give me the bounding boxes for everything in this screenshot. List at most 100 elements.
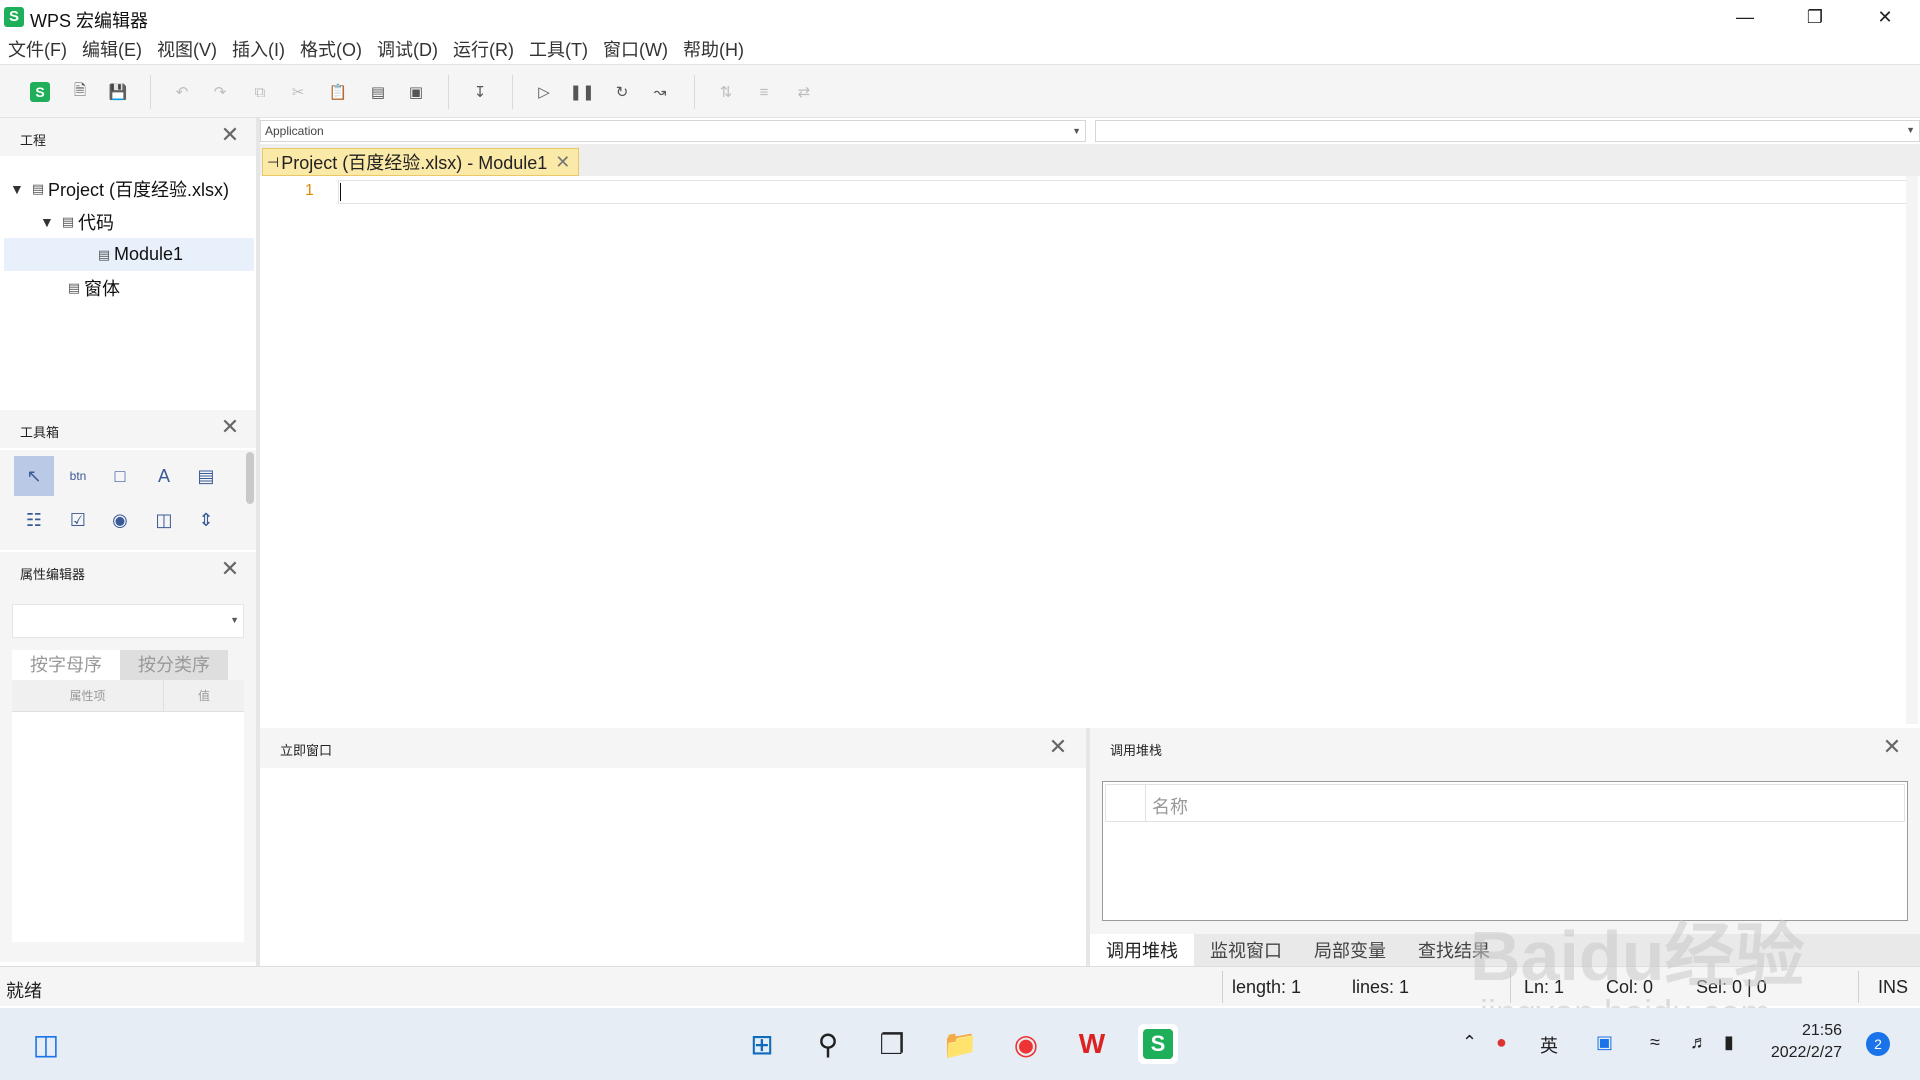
tree-item-label: 窗体 — [84, 278, 120, 299]
procedure-combo[interactable]: ▼ — [1095, 120, 1920, 142]
expand-arrow-icon[interactable]: ▼ — [10, 181, 28, 197]
tree-item-module1[interactable]: ▤ Module1 — [4, 238, 254, 271]
tab-callstack[interactable]: 调用堆栈 — [1090, 934, 1194, 966]
step-into-button[interactable]: ⇅ — [712, 78, 740, 106]
redo-button[interactable]: ↷ — [206, 78, 234, 106]
immediate-window[interactable] — [260, 768, 1086, 966]
checkbox-tool-icon[interactable]: ☑ — [58, 500, 98, 540]
callstack-header-row: 名称 — [1105, 784, 1905, 822]
menu-file[interactable]: 文件(F) — [8, 36, 67, 62]
editor-scrollbar[interactable] — [1906, 176, 1918, 724]
textbox-tool-icon[interactable]: □ — [100, 456, 140, 496]
project-panel-header: 工程 ✕ — [0, 118, 256, 156]
code-editor[interactable] — [260, 176, 1920, 724]
wifi-icon[interactable]: ≈ — [1650, 1032, 1660, 1053]
toolbar: S 🗎 💾 ↶ ↷ ⧉ ✂ 📋 ▤ ▣ ↧ ▷ ❚❚ ↻ ↝ ⇅ ≡ ⇄ — [0, 64, 1920, 118]
tab-module1[interactable]: ⊣ Project (百度经验.xlsx) - Module1 ✕ — [262, 148, 580, 176]
object-combo[interactable]: Application ▼ — [260, 120, 1086, 142]
menu-tools[interactable]: 工具(T) — [529, 36, 588, 62]
menu-window[interactable]: 窗口(W) — [603, 36, 668, 62]
minimize-button[interactable]: — — [1710, 0, 1780, 34]
run-button[interactable]: ▷ — [530, 78, 558, 106]
tree-item-forms[interactable]: ▤ 窗体 — [64, 271, 254, 304]
paste-button[interactable]: 📋 — [324, 78, 352, 106]
copy-button[interactable]: ⧉ — [246, 78, 274, 106]
pointer-icon[interactable]: ↖ — [14, 456, 54, 496]
close-icon[interactable]: ✕ — [218, 122, 242, 148]
wps-office-icon[interactable]: W — [1072, 1024, 1112, 1064]
toolbox-scrollbar[interactable] — [246, 452, 254, 504]
uncomment-block-button[interactable]: ▣ — [402, 78, 430, 106]
file-explorer-icon[interactable]: 📁 — [940, 1024, 980, 1064]
tab-alphabetical[interactable]: 按字母序 — [12, 650, 120, 680]
close-icon[interactable]: ✕ — [555, 152, 570, 173]
chevron-down-icon: ▼ — [1906, 125, 1915, 135]
new-module-button[interactable]: 🗎 — [66, 78, 94, 106]
toolbar-separator — [512, 75, 513, 109]
wps-macro-editor-task-icon[interactable]: S — [1138, 1024, 1178, 1064]
menu-edit[interactable]: 编辑(E) — [82, 36, 142, 62]
task-view-icon[interactable]: ❐ — [872, 1024, 912, 1064]
menu-view[interactable]: 视图(V) — [157, 36, 217, 62]
close-icon[interactable]: ✕ — [1880, 734, 1904, 760]
reset-button[interactable]: ↻ — [608, 78, 636, 106]
frame-tool-icon[interactable]: ▤ — [186, 456, 226, 496]
design-mode-button[interactable]: ↝ — [646, 78, 674, 106]
import-button[interactable]: ↧ — [466, 78, 494, 106]
tab-watch[interactable]: 监视窗口 — [1194, 934, 1298, 966]
toolbox-panel-header: 工具箱 ✕ — [0, 410, 256, 448]
clock-date[interactable]: 2022/2/27 — [1762, 1044, 1842, 1062]
label-tool-icon[interactable]: A — [144, 456, 184, 496]
undo-button[interactable]: ↶ — [168, 78, 196, 106]
menu-format[interactable]: 格式(O) — [300, 36, 362, 62]
radio-tool-icon[interactable]: ◉ — [100, 500, 140, 540]
battery-icon[interactable]: ▮ — [1724, 1032, 1734, 1053]
button-tool-icon[interactable]: btn — [58, 456, 98, 496]
form-icon: ▤ — [67, 279, 81, 295]
comment-block-button[interactable]: ▤ — [364, 78, 392, 106]
app-tray-icon[interactable]: ▣ — [1596, 1032, 1613, 1053]
step-out-button[interactable]: ⇄ — [790, 78, 818, 106]
save-button[interactable]: 💾 — [104, 78, 132, 106]
tab-categorized[interactable]: 按分类序 — [120, 650, 228, 680]
notification-badge[interactable]: 2 — [1866, 1032, 1890, 1056]
restore-button[interactable]: ❐ — [1780, 0, 1850, 34]
close-window-button[interactable]: ✕ — [1850, 0, 1920, 34]
qq-icon[interactable]: ● — [1496, 1032, 1507, 1053]
ime-indicator[interactable]: 英 — [1540, 1032, 1558, 1058]
search-icon[interactable]: ⚲ — [808, 1024, 848, 1064]
volume-icon[interactable]: ♬ — [1690, 1032, 1708, 1053]
object-select[interactable]: ▼ — [12, 604, 244, 638]
menu-help[interactable]: 帮助(H) — [683, 36, 744, 62]
close-icon[interactable]: ✕ — [218, 414, 242, 440]
step-over-button[interactable]: ≡ — [750, 78, 778, 106]
expand-arrow-icon[interactable]: ▼ — [40, 214, 58, 230]
immediate-panel-header: 立即窗口 ✕ — [260, 728, 1086, 768]
pause-button[interactable]: ❚❚ — [568, 78, 596, 106]
menu-debug[interactable]: 调试(D) — [377, 36, 438, 62]
properties-grid[interactable] — [12, 712, 244, 942]
status-ins: INS — [1878, 977, 1909, 997]
close-icon[interactable]: ✕ — [218, 556, 242, 582]
listbox-tool-icon[interactable]: ☷ — [14, 500, 54, 540]
start-windows-icon[interactable]: ⊞ — [742, 1024, 782, 1064]
status-separator — [1222, 971, 1223, 1003]
menu-run[interactable]: 运行(R) — [453, 36, 514, 62]
widgets-icon[interactable]: ◫ — [26, 1024, 66, 1064]
browser-icon[interactable]: ◉ — [1006, 1024, 1046, 1064]
cut-button[interactable]: ✂ — [284, 78, 312, 106]
menu-insert[interactable]: 插入(I) — [232, 36, 285, 62]
tree-item-code[interactable]: ▼ ▤ 代码 — [40, 205, 250, 238]
object-combo-value: Application — [265, 124, 324, 138]
chevron-up-icon[interactable]: ⌃ — [1462, 1032, 1477, 1053]
spreadsheet-icon[interactable]: S — [26, 78, 54, 106]
clock-time[interactable]: 21:56 — [1772, 1022, 1842, 1040]
status-length: length: 1 — [1232, 977, 1302, 997]
tab-locals[interactable]: 局部变量 — [1298, 934, 1402, 966]
module-icon: ▤ — [97, 246, 111, 262]
scrollbar-tool-icon[interactable]: ◫ — [144, 500, 184, 540]
project-tree: ▼ ▤ Project (百度经验.xlsx) ▼ ▤ 代码 ▤ Module1… — [0, 158, 256, 406]
close-icon[interactable]: ✕ — [1046, 734, 1070, 760]
spin-tool-icon[interactable]: ⇕ — [186, 500, 226, 540]
tree-item-project[interactable]: ▼ ▤ Project (百度经验.xlsx) — [10, 172, 250, 205]
